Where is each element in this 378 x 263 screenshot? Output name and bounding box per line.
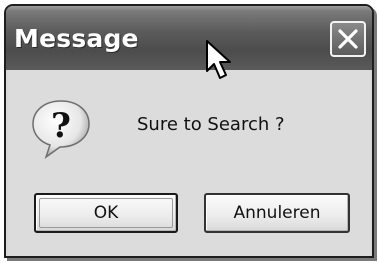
dialog-title: Message <box>14 24 139 53</box>
dialog-body: ? Sure to Search ? OK Annuleren <box>8 70 370 256</box>
cancel-button[interactable]: Annuleren <box>204 193 350 233</box>
message-dialog: Message ? Sure to Search ? OK Annuleren <box>4 4 374 258</box>
svg-text:?: ? <box>51 106 71 146</box>
ok-button[interactable]: OK <box>34 193 178 233</box>
title-bar[interactable]: Message <box>6 6 372 70</box>
dialog-message: Sure to Search ? <box>137 114 285 135</box>
close-button[interactable] <box>330 21 366 57</box>
mouse-pointer-icon <box>205 39 235 85</box>
question-icon: ? <box>29 97 93 165</box>
close-icon <box>338 29 358 49</box>
